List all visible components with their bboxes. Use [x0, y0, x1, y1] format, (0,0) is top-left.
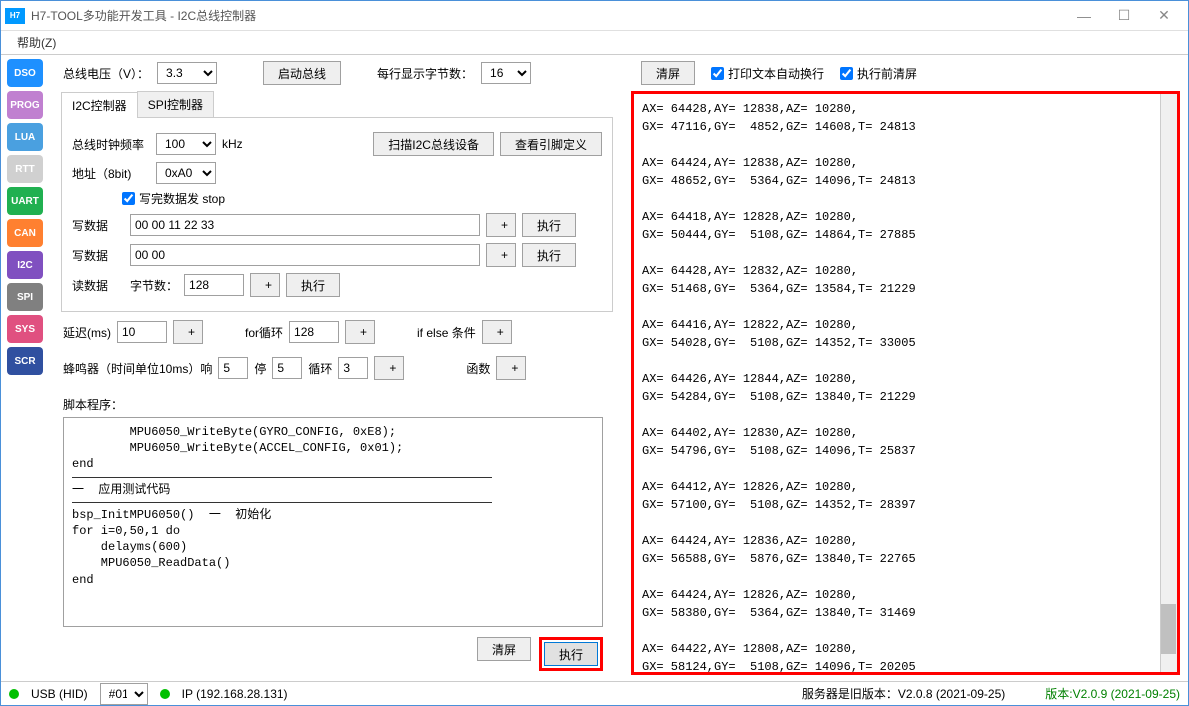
func-label: 函数	[466, 360, 490, 377]
right-panel: 清屏 打印文本自动换行 执行前清屏 AX= 64428,AY= 12838,AZ…	[623, 55, 1188, 681]
buzzer-loop-label: 循环	[308, 360, 332, 377]
log-clear-button[interactable]: 清屏	[641, 61, 695, 85]
scan-i2c-button[interactable]: 扫描I2C总线设备	[373, 132, 494, 156]
sidebar-prog[interactable]: PROG	[7, 91, 43, 119]
bytecount-input[interactable]	[184, 274, 244, 296]
bytes-per-line-label: 每行显示字节数：	[377, 65, 473, 82]
menubar: 帮助(Z)	[1, 31, 1188, 55]
write2-exec-button[interactable]: 执行	[522, 243, 576, 267]
read-plus-button[interactable]: +	[250, 273, 280, 297]
ifelse-plus-button[interactable]: +	[482, 320, 512, 344]
addr-select[interactable]: 0xA0	[156, 162, 216, 184]
sidebar-rtt[interactable]: RTT	[7, 155, 43, 183]
log-output[interactable]: AX= 64428,AY= 12838,AZ= 10280, GX= 47116…	[631, 91, 1180, 675]
write1-input[interactable]	[130, 214, 480, 236]
wrap-checkbox[interactable]: 打印文本自动换行	[711, 65, 824, 82]
delay-plus-button[interactable]: +	[173, 320, 203, 344]
left-panel: 总线电压（V）： 3.3 启动总线 每行显示字节数： 16 I2C控制器 SPI…	[49, 55, 623, 681]
for-label: for循环	[245, 324, 283, 341]
buzzer-plus-button[interactable]: +	[374, 356, 404, 380]
menu-help[interactable]: 帮助(Z)	[9, 32, 64, 53]
sidebar-uart[interactable]: UART	[7, 187, 43, 215]
buzzer-loop-input[interactable]	[338, 357, 368, 379]
write1-plus-button[interactable]: +	[486, 213, 516, 237]
write2-input[interactable]	[130, 244, 480, 266]
app-icon: H7	[5, 8, 25, 24]
read-exec-button[interactable]: 执行	[286, 273, 340, 297]
start-bus-button[interactable]: 启动总线	[263, 61, 341, 85]
window-title: H7-TOOL多功能开发工具 - I2C总线控制器	[31, 7, 1064, 24]
tab-i2c[interactable]: I2C控制器	[61, 92, 138, 118]
sidebar: DSO PROG LUA RTT UART CAN I2C SPI SYS SCR	[1, 55, 49, 681]
port-select[interactable]: #01	[100, 683, 148, 705]
sidebar-scr[interactable]: SCR	[7, 347, 43, 375]
pindef-button[interactable]: 查看引脚定义	[500, 132, 602, 156]
addr-label: 地址（8bit)	[72, 165, 150, 182]
func-plus-button[interactable]: +	[496, 356, 526, 380]
write1-exec-button[interactable]: 执行	[522, 213, 576, 237]
script-textarea[interactable]: MPU6050_WriteByte(GYRO_CONFIG, 0xE8); MP…	[63, 417, 603, 627]
buzzer-stop-label: 停	[254, 360, 266, 377]
sidebar-dso[interactable]: DSO	[7, 59, 43, 87]
bytecount-label: 字节数：	[130, 277, 178, 294]
clock-select[interactable]: 100	[156, 133, 216, 155]
tab-spi[interactable]: SPI控制器	[137, 91, 214, 117]
preclear-checkbox[interactable]: 执行前清屏	[840, 65, 917, 82]
ip-status: IP (192.168.28.131)	[182, 687, 288, 701]
close-button[interactable]: ✕	[1144, 1, 1184, 31]
write2-label: 写数据	[72, 247, 124, 264]
buzzer-on-input[interactable]	[218, 357, 248, 379]
voltage-select[interactable]: 3.3	[157, 62, 217, 84]
sidebar-spi[interactable]: SPI	[7, 283, 43, 311]
delay-label: 延迟(ms)	[63, 324, 111, 341]
script-label: 脚本程序：	[63, 396, 613, 413]
sidebar-lua[interactable]: LUA	[7, 123, 43, 151]
maximize-button[interactable]: ☐	[1104, 1, 1144, 31]
buzzer-off-input[interactable]	[272, 357, 302, 379]
titlebar: H7 H7-TOOL多功能开发工具 - I2C总线控制器 — ☐ ✕	[1, 1, 1188, 31]
buzzer-label: 蜂鸣器（时间单位10ms）响	[63, 360, 212, 377]
script-exec-button[interactable]: 执行	[544, 642, 598, 666]
app-version: 版本:V2.0.9 (2021-09-25)	[1045, 685, 1180, 702]
ip-status-icon	[160, 689, 170, 699]
clock-label: 总线时钟频率	[72, 136, 150, 153]
sidebar-sys[interactable]: SYS	[7, 315, 43, 343]
usb-status: USB (HID)	[31, 687, 88, 701]
read-label: 读数据	[72, 277, 124, 294]
script-clear-button[interactable]: 清屏	[477, 637, 531, 661]
sidebar-can[interactable]: CAN	[7, 219, 43, 247]
for-input[interactable]	[289, 321, 339, 343]
clock-unit: kHz	[222, 137, 243, 151]
statusbar: USB (HID) #01 IP (192.168.28.131) 服务器是旧版…	[1, 681, 1188, 705]
minimize-button[interactable]: —	[1064, 1, 1104, 31]
voltage-label: 总线电压（V）：	[63, 65, 149, 82]
i2c-tab-body: 总线时钟频率 100 kHz 扫描I2C总线设备 查看引脚定义 地址（8bit)…	[61, 118, 613, 312]
write2-plus-button[interactable]: +	[486, 243, 516, 267]
write1-label: 写数据	[72, 217, 124, 234]
sidebar-i2c[interactable]: I2C	[7, 251, 43, 279]
ifelse-label: if else 条件	[417, 324, 476, 341]
stop-checkbox[interactable]: 写完数据发 stop	[122, 190, 225, 207]
bytes-per-line-select[interactable]: 16	[481, 62, 531, 84]
for-plus-button[interactable]: +	[345, 320, 375, 344]
delay-input[interactable]	[117, 321, 167, 343]
log-scroll-thumb[interactable]	[1161, 604, 1176, 654]
usb-status-icon	[9, 689, 19, 699]
log-scrollbar[interactable]	[1160, 94, 1177, 672]
server-version: 服务器是旧版本：V2.0.8 (2021-09-25)	[802, 685, 1005, 702]
